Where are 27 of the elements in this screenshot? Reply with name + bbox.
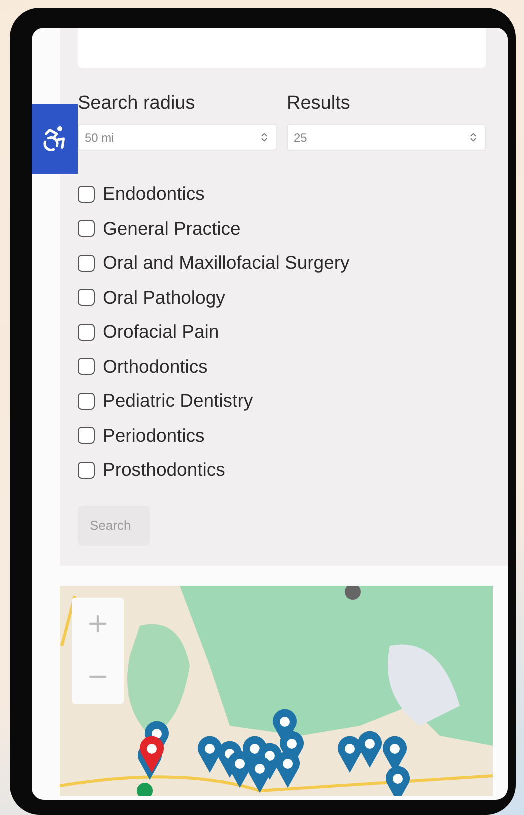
checkbox[interactable]	[78, 324, 95, 341]
checkbox[interactable]	[78, 358, 95, 376]
checkbox-label: Periodontics	[103, 424, 205, 447]
checkbox-label: Oral Pathology	[103, 286, 226, 309]
checkbox-label: General Practice	[103, 218, 241, 240]
checkbox-label: Orthodontics	[103, 356, 208, 378]
sort-icon	[259, 132, 270, 143]
checkbox[interactable]	[78, 289, 95, 306]
checkbox[interactable]	[78, 462, 95, 479]
input-field[interactable]	[78, 28, 486, 68]
checkbox[interactable]	[78, 254, 95, 272]
field-label: Results	[287, 92, 350, 116]
checkbox[interactable]	[78, 186, 95, 203]
checkbox-label: Oral and Maxillofacial Surgery	[103, 252, 350, 274]
checkbox-label: Pediatric Dentistry	[103, 390, 254, 412]
checkbox[interactable]	[78, 427, 95, 444]
accessibility-button[interactable]	[32, 104, 78, 174]
search-button[interactable]: Search	[78, 506, 150, 546]
checkbox-label: Orofacial Pain	[103, 321, 220, 344]
field-label: Search radius	[78, 92, 196, 116]
results-select[interactable]: 25	[287, 124, 486, 151]
checkbox[interactable]	[78, 392, 95, 410]
sort-icon	[468, 132, 479, 143]
radius-select[interactable]: 50 mi	[78, 124, 277, 151]
checkbox-label: Endodontics	[103, 183, 205, 206]
checkbox-label: Prosthodontics	[103, 459, 226, 482]
checkbox[interactable]	[78, 220, 95, 238]
